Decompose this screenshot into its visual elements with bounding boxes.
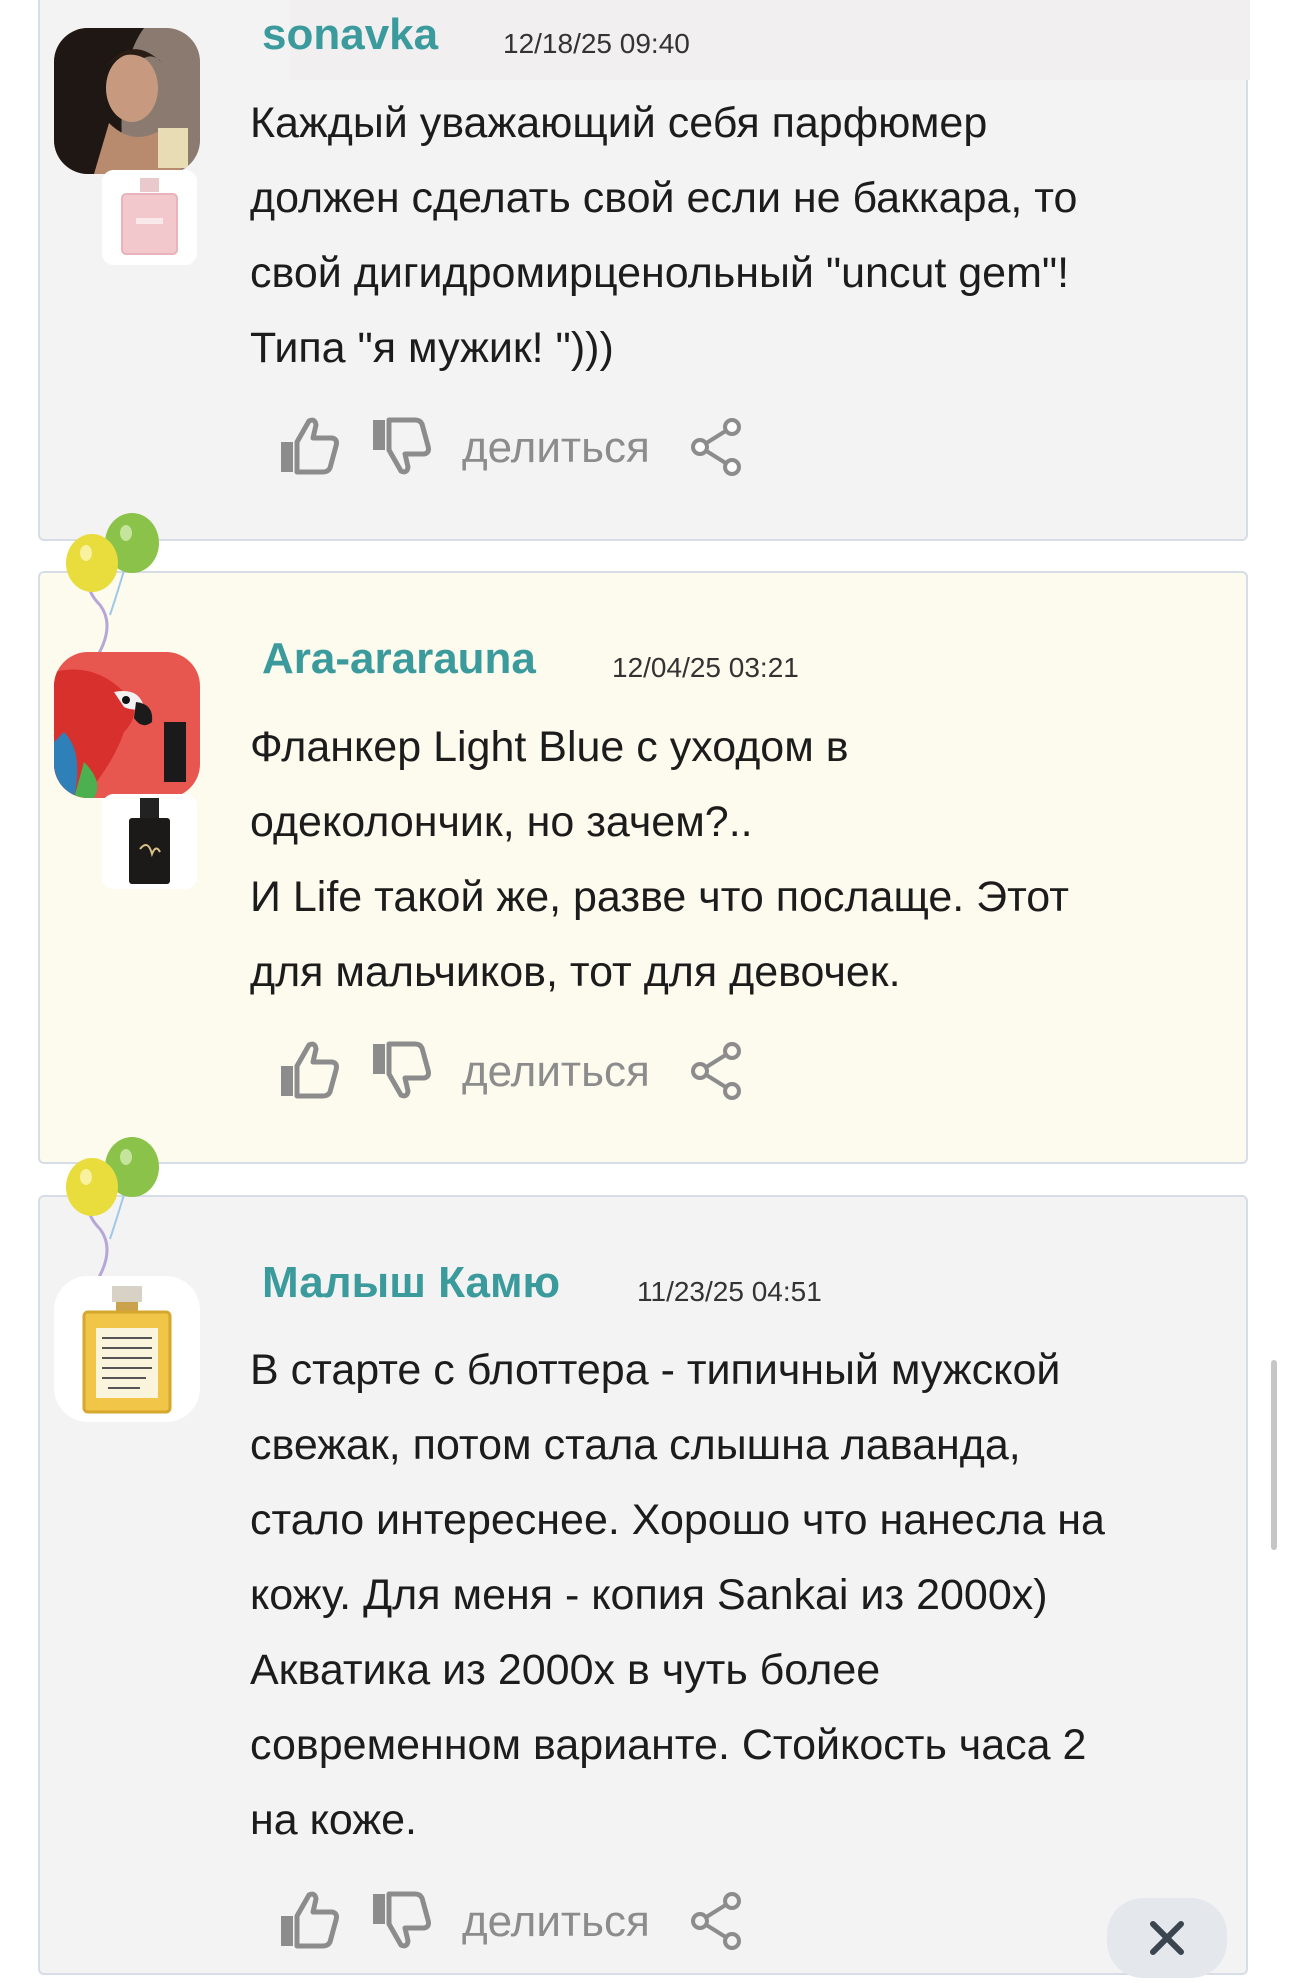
comment-date: 11/23/25 04:51 (637, 1276, 822, 1307)
thumbs-up-icon[interactable] (278, 1889, 340, 1956)
comment-text: В старте с блоттера - типичный мужской с… (250, 1346, 1105, 1844)
share-icon[interactable] (688, 1891, 744, 1956)
comment-text: Фланкер Light Blue с уходом в одеколончи… (250, 723, 1069, 996)
balloons-icon (60, 1129, 170, 1301)
thumbs-down-icon[interactable] (370, 1889, 432, 1956)
share-icon[interactable] (688, 417, 744, 482)
close-icon (1150, 1921, 1184, 1955)
thumbs-up-icon[interactable] (278, 1039, 340, 1106)
username[interactable]: Ara-ararauna (262, 634, 536, 684)
avatar[interactable] (54, 28, 200, 174)
balloons-icon (60, 505, 170, 677)
comment-text: Каждый уважающий себя парфюмер должен сд… (250, 99, 1078, 372)
username[interactable]: sonavka (262, 10, 438, 60)
share-button[interactable]: делиться (462, 1047, 650, 1097)
share-button[interactable]: делиться (462, 423, 650, 473)
share-button[interactable]: делиться (462, 1897, 650, 1947)
avatar[interactable] (54, 652, 200, 798)
comment-date: 12/04/25 03:21 (612, 652, 799, 683)
scrollbar-thumb[interactable] (1271, 1360, 1277, 1550)
username[interactable]: Малыш Камю (262, 1258, 560, 1308)
close-button[interactable] (1107, 1898, 1227, 1978)
comment-date: 12/18/25 09:40 (503, 28, 690, 59)
share-icon[interactable] (688, 1041, 744, 1106)
thumbs-down-icon[interactable] (370, 415, 432, 482)
perfume-thumbnail[interactable] (102, 794, 197, 889)
perfume-thumbnail[interactable] (102, 170, 197, 265)
thumbs-up-icon[interactable] (278, 415, 340, 482)
thumbs-down-icon[interactable] (370, 1039, 432, 1106)
avatar[interactable] (54, 1276, 200, 1422)
